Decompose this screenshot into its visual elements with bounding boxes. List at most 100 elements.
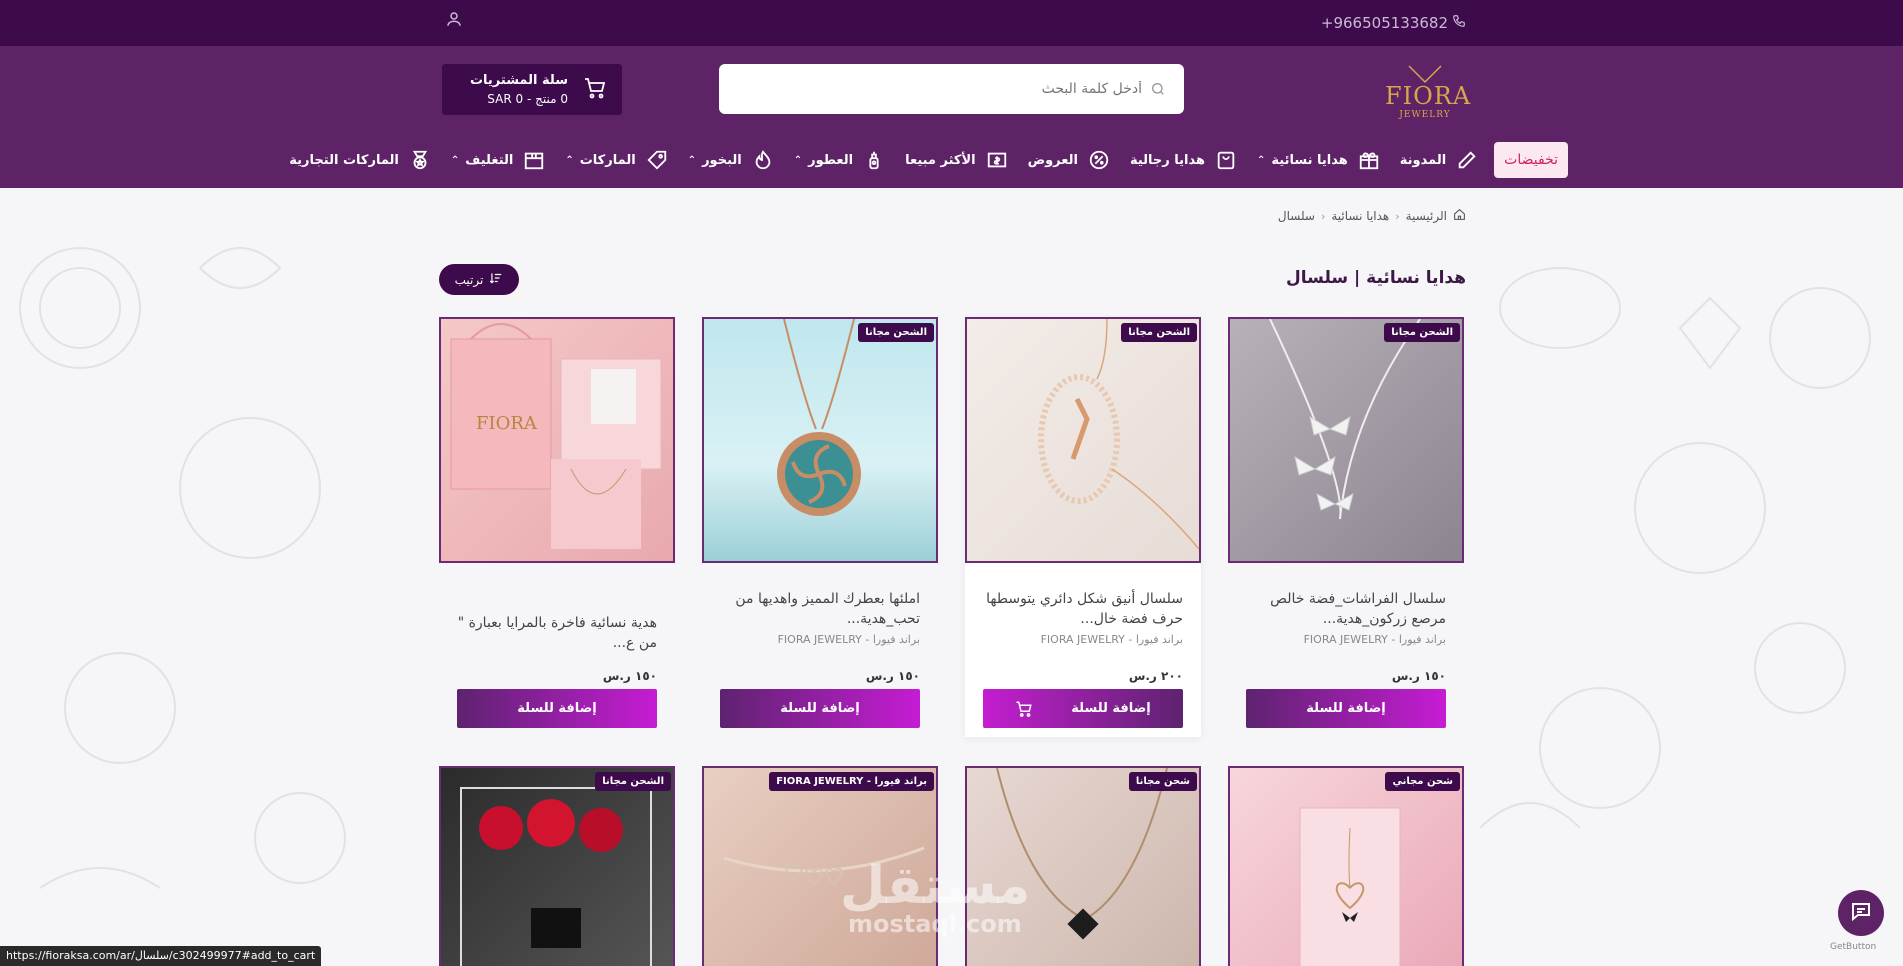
- chat-icon: [1849, 899, 1873, 927]
- svg-text:FIORA: FIORA: [476, 413, 538, 434]
- product-title[interactable]: هدية نسائية فاخرة بالمرايا بعبارة " من ع…: [457, 613, 657, 653]
- button-label: إضافة للسلة: [517, 701, 597, 716]
- brand-badge: براند فيورا - FIORA JEWELRY: [769, 772, 934, 791]
- nav-item-men-gifts[interactable]: هدايا رجالية: [1120, 142, 1247, 178]
- breadcrumb-level1[interactable]: هدايا نسائية: [1331, 209, 1389, 223]
- search-icon[interactable]: [1150, 81, 1166, 97]
- phone-number[interactable]: +966505133682: [1321, 14, 1448, 32]
- product-image[interactable]: الشحن مجانا: [702, 317, 938, 563]
- nav-item-label: المدونة: [1399, 152, 1447, 168]
- phone-icon: [1452, 14, 1466, 32]
- logo[interactable]: FIORA JEWELRY: [1385, 60, 1470, 120]
- bag-icon: [1215, 149, 1237, 171]
- nav-item-trade-brands[interactable]: الماركات التجارية: [279, 142, 441, 178]
- gift-icon: [1358, 149, 1380, 171]
- product-image[interactable]: الشحن مجانا: [439, 766, 675, 966]
- nav-item-label: الماركات: [579, 152, 636, 168]
- medal-icon: [409, 149, 431, 171]
- home-icon[interactable]: [1453, 208, 1466, 224]
- free-shipping-badge: الشحن مجانا: [858, 323, 934, 342]
- nav-item-label: العطور: [808, 152, 854, 168]
- breadcrumb-home[interactable]: الرئيسية: [1406, 209, 1447, 223]
- product-title[interactable]: املئها بعطرك المميز واهديها من تحب_هدية.…: [720, 589, 920, 629]
- nav-item-label: هدايا نسائية: [1271, 152, 1348, 168]
- product-card[interactable]: FIORA هدية نسائية فاخرة بالمرايا بعبارة …: [439, 317, 675, 737]
- sort-button[interactable]: ترتيب: [439, 264, 519, 295]
- add-to-cart-button[interactable]: إضافة للسلة: [983, 689, 1183, 728]
- product-title[interactable]: سلسال الفراشات_فضة خالص مرصع زركون_هدية.…: [1246, 589, 1446, 629]
- pencil-icon: [1456, 149, 1478, 171]
- nav-item-label: تخفيضات: [1504, 152, 1558, 168]
- cart-summary: 0 منتج - 0 SAR: [487, 92, 568, 106]
- crown-icon: [1408, 65, 1442, 84]
- necklace-locket-image: [777, 319, 861, 516]
- product-price: ١٥٠ ر.س: [1391, 669, 1446, 683]
- tag-icon: [646, 149, 668, 171]
- free-shipping-badge: الشحن مجانا: [1384, 323, 1460, 342]
- free-shipping-badge: شحن مجاني: [1385, 772, 1460, 791]
- nav-item-label: البخور: [702, 152, 742, 168]
- getbutton-label: GetButton: [1830, 942, 1877, 952]
- product-card[interactable]: الشحن مجانا: [439, 766, 675, 966]
- nav-item-sale[interactable]: تخفيضات: [1494, 142, 1568, 178]
- nav-item-incense[interactable]: البخور ⌃: [678, 142, 784, 178]
- nav-item-best-sellers[interactable]: الأكثر مبيعا: [895, 142, 1018, 178]
- product-image[interactable]: الشحن مجانا: [965, 317, 1201, 563]
- main-content: الرئيسية ‹ هدايا نسائية ‹ سلسال هدايا نس…: [0, 188, 1903, 966]
- rose-box-image: [460, 787, 652, 966]
- chevron-down-icon: ⌃: [1257, 154, 1266, 166]
- nav-item-women-gifts[interactable]: هدايا نسائية ⌃: [1247, 142, 1390, 178]
- gift-box-image: FIORA: [450, 323, 662, 549]
- free-shipping-badge: الشحن مجانا: [1121, 323, 1197, 342]
- chevron-down-icon: ⌃: [793, 154, 803, 166]
- free-shipping-badge: الشحن مجانا: [595, 772, 671, 791]
- user-icon[interactable]: [445, 10, 463, 32]
- product-price: ١٥٠ ر.س: [602, 669, 657, 683]
- product-price: ٢٠٠ ر.س: [1128, 669, 1183, 683]
- watermark-main: مستقل: [840, 856, 1031, 916]
- phone-contact[interactable]: +966505133682: [1321, 14, 1466, 32]
- watermark-sub: mostaql.com: [848, 910, 1022, 938]
- chevron-down-icon: ⌃: [565, 154, 574, 166]
- nav-item-label: الأكثر مبيعا: [905, 152, 976, 168]
- product-brand: براند فيورا - FIORA JEWELRY: [1303, 633, 1446, 646]
- watermark: مستقل mostaql.com: [840, 856, 1030, 938]
- search-bar[interactable]: [719, 64, 1184, 114]
- add-to-cart-button[interactable]: إضافة للسلة: [457, 689, 657, 728]
- product-title[interactable]: سلسال أنيق شكل دائري يتوسطها حرف فضة خال…: [983, 589, 1183, 629]
- product-image[interactable]: الشحن مجانا: [1228, 317, 1464, 563]
- cart-icon: [1015, 700, 1033, 718]
- nav-item-perfumes[interactable]: العطور ⌃: [784, 142, 895, 178]
- product-card[interactable]: الشحن مجانا سلسال الفراشات_فضة خالص مرصع…: [1228, 317, 1464, 737]
- flame-icon: [752, 149, 774, 171]
- necklace-letter-image: [1038, 319, 1199, 550]
- nav-item-brands[interactable]: الماركات ⌃: [555, 142, 677, 178]
- heart-necklace-image: [1299, 807, 1401, 966]
- add-to-cart-button[interactable]: إضافة للسلة: [1246, 689, 1446, 728]
- product-card[interactable]: الشحن مجانا سلسال أنيق شكل دائري يتوسطها…: [965, 317, 1201, 737]
- product-image[interactable]: FIORA: [439, 317, 675, 563]
- product-card[interactable]: الشحن مجانا املئها بعطرك المميز واهديها …: [702, 317, 938, 737]
- nav-item-blog[interactable]: المدونة: [1390, 142, 1488, 178]
- breadcrumb: الرئيسية ‹ هدايا نسائية ‹ سلسال: [1278, 208, 1466, 224]
- logo-sub: JEWELRY: [1399, 110, 1451, 120]
- add-to-cart-button[interactable]: إضافة للسلة: [720, 689, 920, 728]
- percent-badge-icon: [1088, 149, 1110, 171]
- chevron-left-icon: ‹: [1320, 209, 1326, 223]
- product-card[interactable]: شحن مجاني: [1228, 766, 1464, 966]
- cart-title: سلة المشتريات: [469, 73, 568, 88]
- sort-icon: [489, 271, 503, 288]
- chevron-left-icon: ‹: [1395, 209, 1400, 223]
- cart-button[interactable]: سلة المشتريات 0 منتج - 0 SAR: [442, 64, 622, 115]
- nav-item-label: الماركات التجارية: [289, 152, 399, 168]
- chat-button[interactable]: [1838, 890, 1884, 936]
- button-label: إضافة للسلة: [780, 701, 860, 716]
- status-url: https://fioraksa.com/ar/سلسال/c302499977…: [0, 946, 322, 966]
- nav-item-label: هدايا رجالية: [1129, 152, 1206, 168]
- cart-icon: [582, 76, 608, 104]
- nav-item-packaging[interactable]: التغليف ⌃: [441, 142, 555, 178]
- button-label: إضافة للسلة: [1071, 701, 1151, 716]
- product-image[interactable]: شحن مجاني: [1228, 766, 1464, 966]
- nav-item-offers[interactable]: العروض: [1018, 142, 1120, 178]
- search-input[interactable]: [737, 81, 1142, 97]
